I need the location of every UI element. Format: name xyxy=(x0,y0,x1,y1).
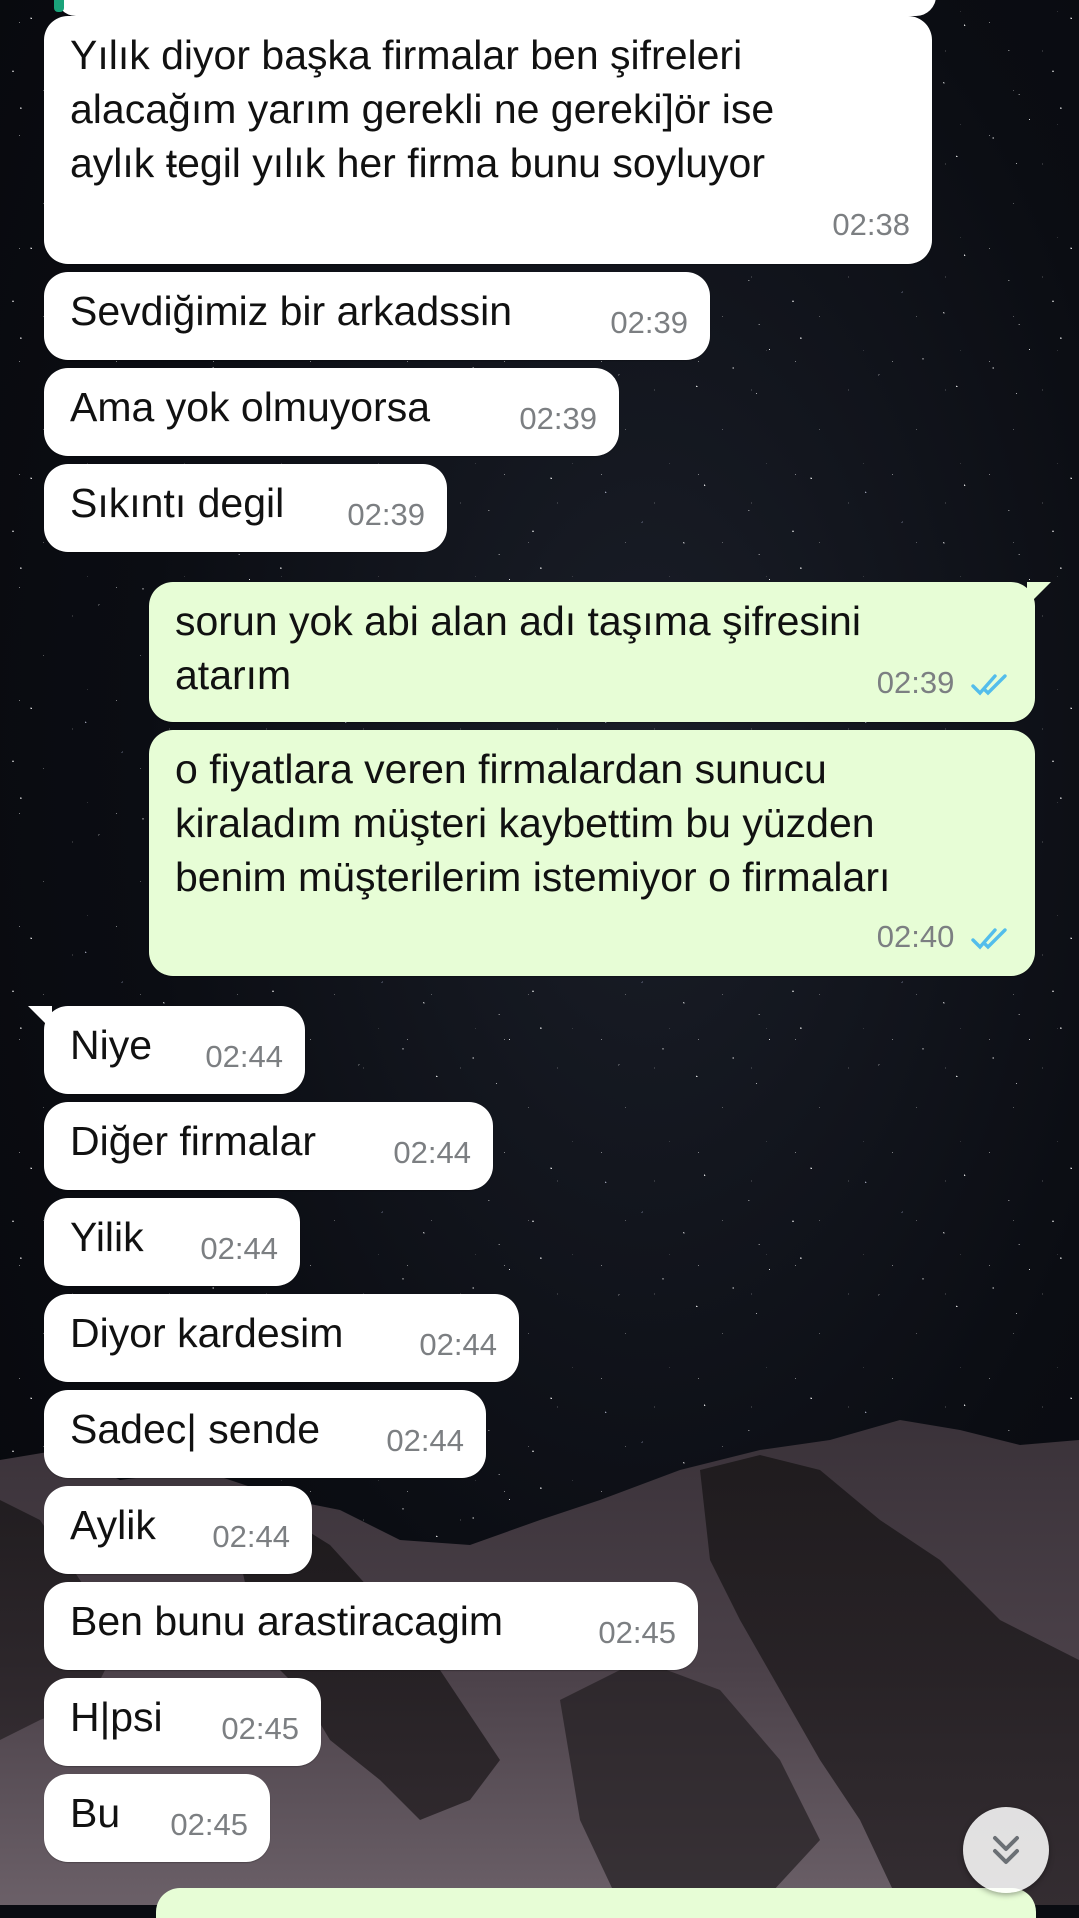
message-time: 02:45 xyxy=(221,1711,299,1746)
message-bubble-incoming[interactable]: Yılık diyor başka firmalar ben şifreleri… xyxy=(44,16,932,264)
message-text: Ben bunu arastiracagim xyxy=(70,1598,504,1644)
message-text: Yılık diyor başka firmalar ben şifreleri… xyxy=(70,32,775,186)
message-text: H|psi xyxy=(70,1694,163,1740)
message-text: Yilik xyxy=(70,1214,144,1260)
message-bubble-incoming[interactable]: Bu 02:45 xyxy=(44,1774,270,1862)
message-bubble-incoming[interactable]: Ama yok olmuyorsa 02:39 xyxy=(44,368,619,456)
message-time: 02:38 xyxy=(832,207,910,242)
message-bubble-incoming[interactable]: Aylik 02:44 xyxy=(44,1486,312,1574)
bubble-tail xyxy=(1027,582,1051,606)
previous-message-edge xyxy=(56,0,936,16)
message-bubble-incoming[interactable]: Sevdiğimiz bir arkadssin 02:39 xyxy=(44,272,710,360)
reply-accent-bar xyxy=(54,0,64,12)
message-text: Sadec| sende xyxy=(70,1406,321,1452)
message-time: 02:44 xyxy=(393,1135,471,1170)
scroll-to-bottom-button[interactable] xyxy=(963,1807,1049,1893)
message-text: Diğer firmalar xyxy=(70,1118,317,1164)
conversation[interactable]: Yılık diyor başka firmalar ben şifreleri… xyxy=(0,0,1079,1918)
message-bubble-outgoing[interactable]: sorun yok abi alan adı taşıma şifresini … xyxy=(149,582,1051,722)
message-text: Sıkıntı degil xyxy=(70,480,285,526)
next-message-edge xyxy=(156,1888,1036,1918)
message-time: 02:44 xyxy=(386,1423,464,1458)
message-time-value: 02:40 xyxy=(876,919,955,954)
message-time: 02:44 xyxy=(212,1519,290,1554)
message-bubble-incoming[interactable]: Sıkıntı degil 02:39 xyxy=(44,464,447,552)
message-time: 02:44 xyxy=(200,1231,278,1266)
message-text: Niye xyxy=(70,1022,153,1068)
message-text: o fiyatlara veren firmalardan sunucu kir… xyxy=(175,746,891,900)
message-time: 02:44 xyxy=(419,1327,497,1362)
message-time: 02:39 xyxy=(877,656,1013,710)
message-bubble-incoming[interactable]: Diğer firmalar 02:44 xyxy=(44,1102,493,1190)
message-bubble-incoming[interactable]: H|psi 02:45 xyxy=(44,1678,321,1766)
message-text: Aylik xyxy=(70,1502,156,1548)
message-time: 02:45 xyxy=(170,1807,248,1842)
message-text: Sevdiğimiz bir arkadssin xyxy=(70,288,513,334)
message-time: 02:44 xyxy=(205,1039,283,1074)
message-time: 02:45 xyxy=(598,1615,676,1650)
message-time: 02:39 xyxy=(347,497,425,532)
double-chevron-down-icon xyxy=(993,1836,1019,1864)
message-bubble-incoming[interactable]: Diyor kardesim 02:44 xyxy=(44,1294,519,1382)
bubble-tail xyxy=(28,1006,52,1030)
message-bubble-incoming[interactable]: Sadec| sende 02:44 xyxy=(44,1390,486,1478)
message-text: Ama yok olmuyorsa xyxy=(70,384,431,430)
message-time: 02:39 xyxy=(610,305,688,340)
read-receipt-double-check-icon xyxy=(971,674,1007,696)
message-bubble-incoming[interactable]: Yilik 02:44 xyxy=(44,1198,300,1286)
message-time: 02:40 xyxy=(877,910,1013,964)
message-time-value: 02:39 xyxy=(876,665,955,700)
message-text: Bu xyxy=(70,1790,121,1836)
message-time: 02:39 xyxy=(519,401,597,436)
message-bubble-incoming[interactable]: Ben bunu arastiracagim 02:45 xyxy=(44,1582,698,1670)
message-bubble-incoming[interactable]: Niye 02:44 xyxy=(28,1006,305,1094)
message-text: Diyor kardesim xyxy=(70,1310,344,1356)
read-receipt-double-check-icon xyxy=(971,928,1007,950)
message-bubble-outgoing[interactable]: o fiyatlara veren firmalardan sunucu kir… xyxy=(149,730,1035,976)
